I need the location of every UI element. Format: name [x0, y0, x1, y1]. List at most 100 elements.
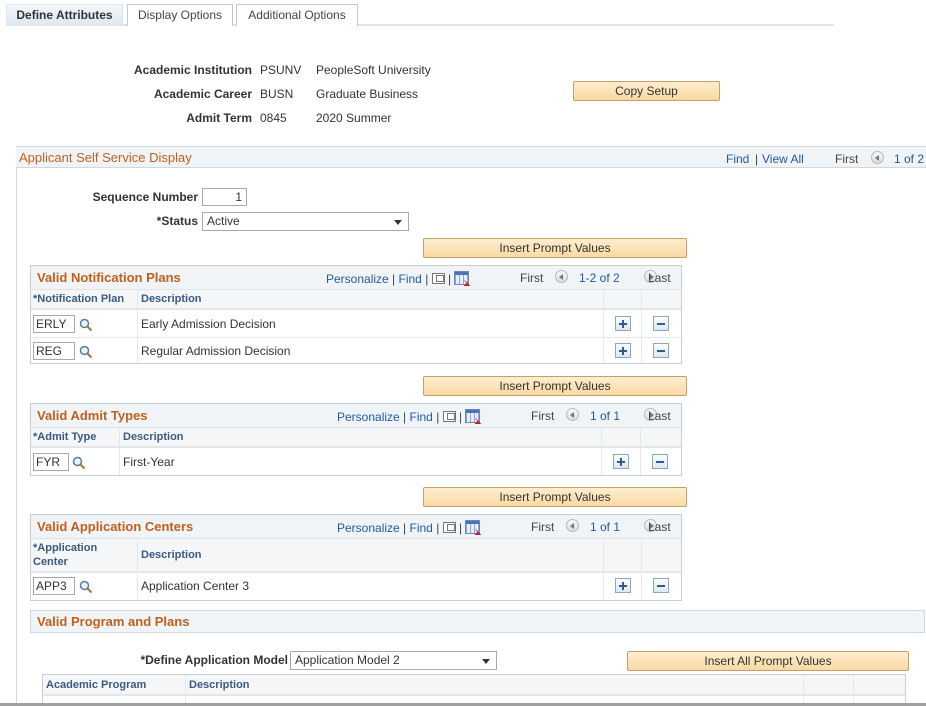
career-code: BUSN — [260, 87, 294, 101]
download-spreadsheet-icon[interactable] — [465, 409, 481, 423]
application-center-input[interactable]: APP3 — [33, 577, 75, 595]
grid-header: Valid Application Centers Personalize | … — [31, 515, 681, 539]
description-text: Regular Admission Decision — [141, 344, 291, 358]
new-window-icon[interactable] — [442, 522, 456, 533]
grid-header: Valid Admit Types Personalize | Find | |… — [31, 404, 681, 428]
tab-additional-options[interactable]: Additional Options — [236, 4, 358, 26]
status-label: *Status — [156, 214, 198, 228]
row-count: 1 of 1 — [590, 409, 621, 423]
tab-display-options[interactable]: Display Options — [127, 4, 233, 26]
row-count: 1-2 of 2 — [579, 271, 620, 285]
grid-nav: Personalize | Find | | — [337, 520, 481, 535]
section-header: Applicant Self Service Display Find | Vi… — [16, 146, 926, 168]
lookup-icon[interactable] — [79, 345, 93, 359]
description-text: Application Center 3 — [141, 579, 250, 593]
separator: | — [403, 410, 407, 424]
column-header-application-center-line2: Center — [33, 556, 68, 568]
find-link[interactable]: Find — [399, 272, 422, 286]
add-row-icon[interactable] — [615, 578, 631, 593]
new-window-icon[interactable] — [431, 273, 445, 284]
separator: | — [436, 521, 440, 535]
term-label: Admit Term — [186, 111, 252, 125]
previous-arrow-icon[interactable] — [566, 519, 579, 532]
insert-prompt-values-button[interactable]: Insert Prompt Values — [423, 487, 687, 507]
download-spreadsheet-icon[interactable] — [465, 520, 481, 534]
column-header-application-center: *Application — [33, 542, 98, 554]
application-model-value: Application Model 2 — [295, 653, 400, 667]
find-link[interactable]: Find — [410, 521, 433, 535]
grid-title: Valid Notification Plans — [37, 270, 181, 285]
section-frame — [16, 167, 17, 706]
lookup-icon[interactable] — [79, 580, 93, 594]
add-row-icon[interactable] — [615, 316, 631, 331]
column-header-description: Description — [123, 431, 184, 443]
chevron-down-icon — [482, 659, 490, 664]
column-header-row: *Notification Plan Description — [31, 290, 681, 310]
separator: | — [425, 272, 429, 286]
separator: | — [436, 410, 440, 424]
institution-label: Academic Institution — [133, 63, 252, 77]
insert-prompt-values-button[interactable]: Insert Prompt Values — [423, 376, 687, 396]
delete-row-icon[interactable] — [652, 454, 668, 469]
tab-bar: Define Attributes Display Options Additi… — [6, 4, 834, 26]
add-row-icon[interactable] — [613, 454, 629, 469]
view-all-link[interactable]: View All — [762, 152, 804, 166]
new-window-icon[interactable] — [442, 411, 456, 422]
grid-title: Valid Admit Types — [37, 408, 148, 423]
column-header-notification-plan: *Notification Plan — [33, 293, 125, 305]
lookup-icon[interactable] — [72, 456, 86, 470]
term-desc: 2020 Summer — [316, 111, 392, 125]
grid-nav: Personalize | Find | | — [326, 271, 470, 286]
delete-row-icon[interactable] — [653, 316, 669, 331]
download-spreadsheet-icon[interactable] — [454, 271, 470, 285]
column-divider — [853, 675, 854, 706]
column-divider — [185, 675, 186, 706]
personalize-link[interactable]: Personalize — [337, 410, 400, 424]
insert-all-prompt-values-button[interactable]: Insert All Prompt Values — [627, 651, 909, 671]
separator: | — [403, 521, 407, 535]
column-header-academic-program: Academic Program — [46, 679, 147, 691]
program-plans-header: Valid Program and Plans — [30, 610, 925, 633]
application-model-select[interactable]: Application Model 2 — [290, 651, 497, 670]
sequence-number-label: Sequence Number — [92, 190, 198, 204]
previous-arrow-icon[interactable] — [871, 151, 884, 164]
previous-arrow-icon[interactable] — [566, 408, 579, 421]
lookup-icon[interactable] — [79, 318, 93, 332]
column-header-row: *Application Center Description — [31, 539, 681, 573]
admit-type-input[interactable]: FYR — [33, 453, 69, 471]
personalize-link[interactable]: Personalize — [337, 521, 400, 535]
personalize-link[interactable]: Personalize — [326, 272, 389, 286]
career-desc: Graduate Business — [316, 87, 419, 101]
row-count: 1 of 1 — [590, 520, 621, 534]
previous-arrow-icon[interactable] — [555, 270, 568, 283]
status-select[interactable]: Active — [202, 212, 409, 231]
grid-header: Valid Notification Plans Personalize | F… — [31, 266, 681, 290]
insert-prompt-values-button[interactable]: Insert Prompt Values — [423, 238, 687, 258]
copy-setup-button[interactable]: Copy Setup — [573, 81, 720, 101]
separator: | — [448, 272, 452, 286]
program-plans-grid: Academic Program Description — [42, 674, 906, 706]
last-label: Last — [648, 409, 671, 423]
status-value: Active — [207, 214, 240, 228]
find-link[interactable]: Find — [410, 410, 433, 424]
separator: | — [459, 410, 463, 424]
application-centers-grid: Valid Application Centers Personalize | … — [30, 514, 682, 601]
grid-title: Valid Application Centers — [37, 519, 194, 534]
find-link[interactable]: Find — [726, 152, 749, 166]
column-header-description: Description — [189, 679, 250, 691]
program-plans-title: Valid Program and Plans — [37, 614, 190, 629]
last-label: Last — [648, 271, 671, 285]
notification-plan-input[interactable]: REG — [33, 342, 75, 360]
add-row-icon[interactable] — [615, 343, 631, 358]
delete-row-icon[interactable] — [653, 343, 669, 358]
tab-define-attributes[interactable]: Define Attributes — [6, 4, 123, 26]
column-header-row: *Admit Type Description — [31, 428, 681, 448]
term-code: 0845 — [260, 111, 287, 125]
delete-row-icon[interactable] — [653, 578, 669, 593]
notification-plan-input[interactable]: ERLY — [33, 315, 75, 333]
notification-plans-grid: Valid Notification Plans Personalize | F… — [30, 265, 682, 364]
sequence-number-input[interactable]: 1 — [202, 188, 247, 206]
table-row: APP3 Application Center 3 — [31, 573, 681, 600]
separator: | — [392, 272, 396, 286]
column-header-row: Academic Program Description — [43, 675, 905, 696]
